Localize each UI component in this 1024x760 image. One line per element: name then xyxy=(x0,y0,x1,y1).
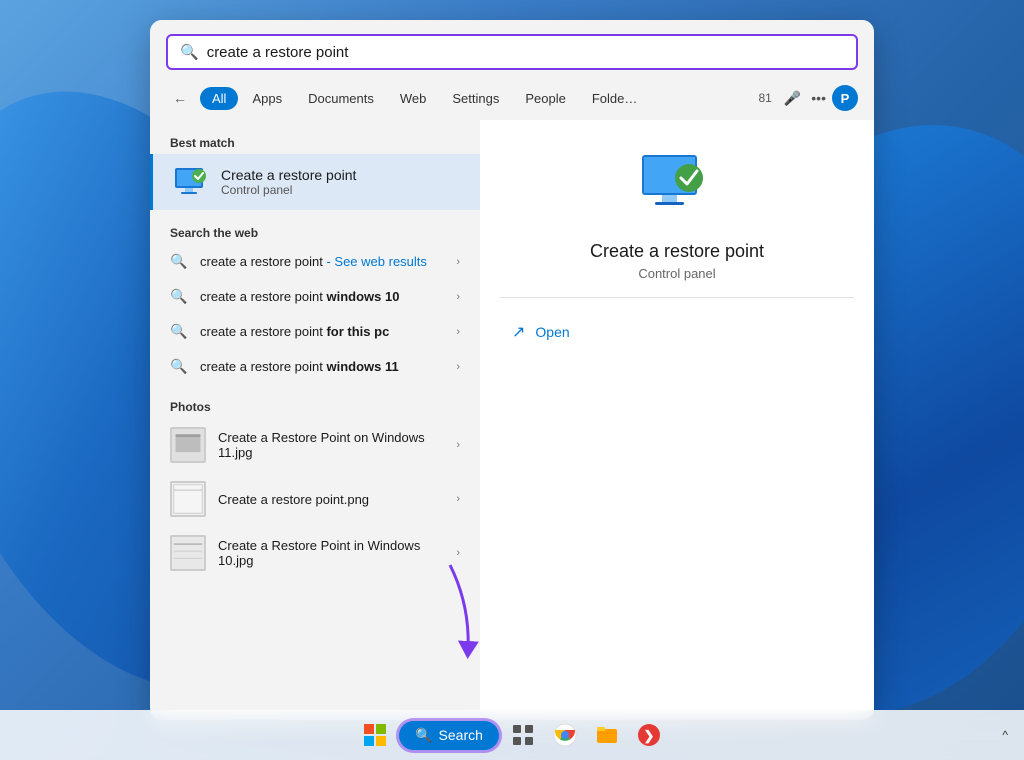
divider xyxy=(500,297,854,298)
svg-text:❯: ❯ xyxy=(643,728,654,744)
web-item-text-0: create a restore point - See web results xyxy=(200,254,444,269)
photo-text-main-0: Create a Restore Point xyxy=(218,430,350,445)
photo-chevron-0: › xyxy=(456,439,460,451)
right-detail-panel: Create a restore point Control panel ↗ O… xyxy=(480,120,874,720)
result-subtitle: Control panel xyxy=(638,266,715,281)
result-app-icon xyxy=(637,150,717,220)
back-button[interactable]: ← xyxy=(166,84,194,112)
photo-thumb-1 xyxy=(170,481,206,517)
web-item-2[interactable]: 🔍 create a restore point for this pc › xyxy=(150,314,480,349)
search-box[interactable]: 🔍 create a restore point xyxy=(166,34,858,70)
photo-item-text-0: Create a Restore Point on Windows 11.jpg xyxy=(218,430,444,460)
photo-item-2[interactable]: Create a Restore Point in Windows 10.jpg… xyxy=(150,526,480,580)
open-button[interactable]: ↗ Open xyxy=(500,314,854,350)
taskbar-center-icons: 🔍 Search xyxy=(357,717,667,753)
photo-thumb-2 xyxy=(170,535,206,571)
main-content-area: Best match Create a restore point Contro… xyxy=(150,120,874,720)
web-section-label: Search the web xyxy=(150,220,480,244)
more-options-button[interactable]: ••• xyxy=(807,86,830,110)
web-search-icon-2: 🔍 xyxy=(170,323,188,340)
windows-start-button[interactable] xyxy=(357,717,393,753)
result-title: Create a restore point xyxy=(590,241,764,262)
tab-settings[interactable]: Settings xyxy=(440,87,511,110)
chrome-icon xyxy=(553,723,577,747)
best-match-info: Create a restore point Control panel xyxy=(221,167,356,197)
best-match-app-icon xyxy=(173,164,209,200)
photo-thumb-0 xyxy=(170,427,206,463)
best-match-subtitle: Control panel xyxy=(221,183,356,197)
file-explorer-button[interactable] xyxy=(589,717,625,753)
open-label: Open xyxy=(535,324,569,340)
web-item-0[interactable]: 🔍 create a restore point - See web resul… xyxy=(150,244,480,279)
web-item-bold-2: for this pc xyxy=(326,324,389,339)
taskbar-search-button[interactable]: 🔍 Search xyxy=(399,721,499,750)
task-view-icon xyxy=(512,724,534,746)
result-icon-area xyxy=(637,150,717,225)
tab-apps[interactable]: Apps xyxy=(240,87,294,110)
file-explorer-icon xyxy=(595,723,619,747)
photo-item-text-2: Create a Restore Point in Windows 10.jpg xyxy=(218,538,444,568)
web-chevron-2: › xyxy=(456,326,460,338)
web-search-icon-3: 🔍 xyxy=(170,358,188,375)
photo-item-1[interactable]: Create a restore point.png › xyxy=(150,472,480,526)
web-chevron-1: › xyxy=(456,291,460,303)
filter-tabs-bar: ← All Apps Documents Web Settings People… xyxy=(150,80,874,120)
search-panel: 🔍 create a restore point ← All Apps Docu… xyxy=(150,20,874,720)
web-chevron-0: › xyxy=(456,256,460,268)
photo-text-main-2: Create a Restore Point xyxy=(218,538,350,553)
red-app-icon: ❯ xyxy=(637,723,661,747)
web-item-3[interactable]: 🔍 create a restore point windows 11 › xyxy=(150,349,480,384)
taskbar-chevron[interactable]: ^ xyxy=(1002,728,1008,742)
photo-chevron-1: › xyxy=(456,493,460,505)
left-results-panel: Best match Create a restore point Contro… xyxy=(150,120,480,720)
red-app-button[interactable]: ❯ xyxy=(631,717,667,753)
profile-button[interactable]: P xyxy=(832,85,858,111)
web-item-bold-3: windows 11 xyxy=(326,359,398,374)
web-search-icon-1: 🔍 xyxy=(170,288,188,305)
web-item-text-2: create a restore point for this pc xyxy=(200,324,444,339)
task-view-button[interactable] xyxy=(505,717,541,753)
search-input-area: 🔍 create a restore point xyxy=(150,20,874,80)
best-match-item[interactable]: Create a restore point Control panel xyxy=(150,154,480,210)
web-item-1[interactable]: 🔍 create a restore point windows 10 › xyxy=(150,279,480,314)
web-item-text-1: create a restore point windows 10 xyxy=(200,289,444,304)
windows-logo-icon xyxy=(363,723,387,747)
tab-documents[interactable]: Documents xyxy=(296,87,386,110)
open-external-icon: ↗ xyxy=(512,322,525,342)
tab-folders[interactable]: Folde… xyxy=(580,87,650,110)
taskbar-search-icon: 🔍 xyxy=(415,727,432,744)
tab-all[interactable]: All xyxy=(200,87,238,110)
taskbar: 🔍 Search xyxy=(0,710,1024,760)
web-item-link-0: - See web results xyxy=(326,254,426,269)
search-input-value: create a restore point xyxy=(207,44,844,61)
photos-section-label: Photos xyxy=(150,394,480,418)
search-icon: 🔍 xyxy=(180,43,199,61)
photo-chevron-2: › xyxy=(456,547,460,559)
web-chevron-3: › xyxy=(456,361,460,373)
best-match-title: Create a restore point xyxy=(221,167,356,183)
chrome-button[interactable] xyxy=(547,717,583,753)
taskbar-search-label: Search xyxy=(439,727,483,743)
web-item-text-3: create a restore point windows 11 xyxy=(200,359,444,374)
result-count: 81 xyxy=(758,91,771,105)
taskbar-right-area: ^ xyxy=(1002,728,1008,742)
web-item-bold-1: windows 10 xyxy=(326,289,399,304)
web-search-icon-0: 🔍 xyxy=(170,253,188,270)
photo-item-0[interactable]: Create a Restore Point on Windows 11.jpg… xyxy=(150,418,480,472)
mic-icon-button[interactable]: 🎤 xyxy=(780,86,805,111)
tab-people[interactable]: People xyxy=(513,87,577,110)
photo-item-text-1: Create a restore point.png xyxy=(218,492,444,507)
tab-web[interactable]: Web xyxy=(388,87,439,110)
best-match-label: Best match xyxy=(150,130,480,154)
